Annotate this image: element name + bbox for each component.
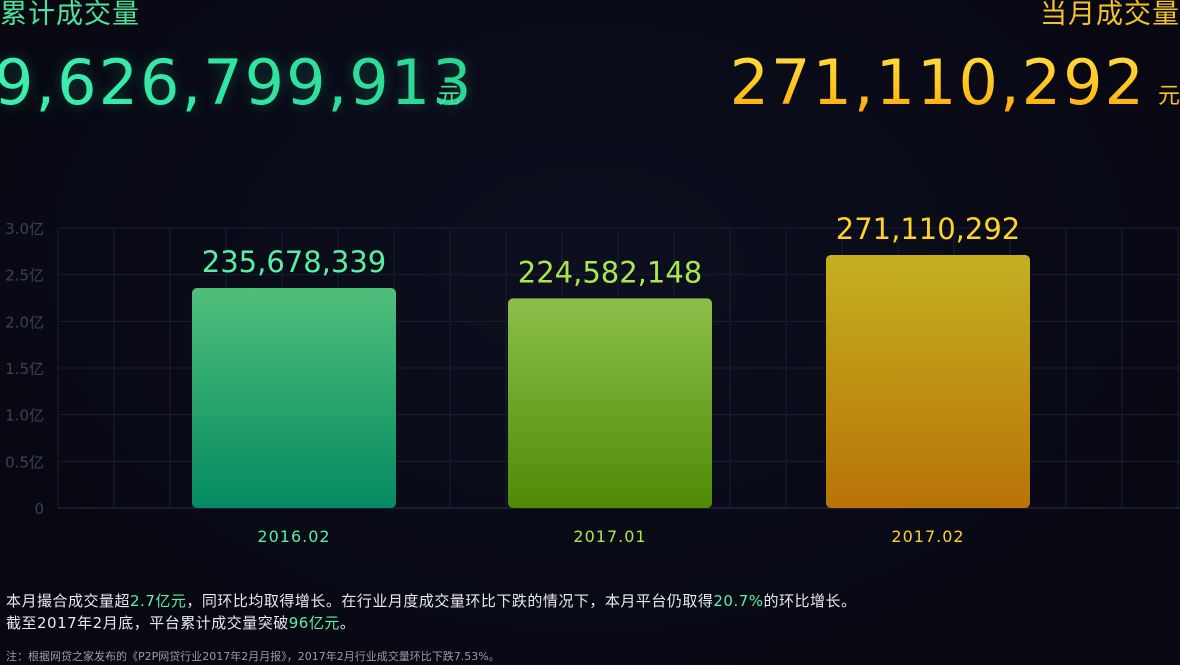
summary-line-2: 截至2017年2月底，平台累计成交量突破96亿元。 [6,612,857,634]
summary-line-1: 本月撮合成交量超2.7亿元，同环比均取得增长。在行业月度成交量环比下跌的情况下，… [6,590,857,612]
summary-text-part: 。 [339,614,356,632]
x-tick-label: 2017.02 [891,527,964,546]
bar-2017.02 [826,254,1030,508]
dashboard: 累计成交量 9,626,799,913 元 当月成交量 271,110,292 … [0,0,1180,665]
x-tick-label: 2017.01 [573,527,646,546]
monthly-volume-label: 当月成交量 [1040,0,1180,30]
y-tick-label: 0 [34,500,44,518]
summary-text-part: ，同环比均取得增长。在行业月度成交量环比下跌的情况下，本月平台仍取得 [186,592,714,610]
monthly-volume-unit: 元 [1157,84,1180,109]
bar-value-label: 224,582,148 [518,255,703,289]
summary-text: 本月撮合成交量超2.7亿元，同环比均取得增长。在行业月度成交量环比下跌的情况下，… [6,590,857,634]
y-tick-label: 2.0亿 [5,313,44,331]
total-volume-unit: 元 [438,84,461,109]
footnote: 注：根据网贷之家发布的《P2P网贷行业2017年2月月报》，2017年2月行业成… [6,650,500,663]
y-tick-label: 1.0亿 [5,407,44,425]
highlight-growth-rate: 20.7% [713,592,764,610]
bar-value-label: 271,110,292 [836,212,1021,246]
summary-text-part: 本月撮合成交量超 [6,592,131,610]
summary-text-part: 截至2017年2月底，平台累计成交量突破 [6,614,289,632]
y-tick-label: 3.0亿 [5,220,44,238]
x-tick-label: 2016.02 [257,527,330,546]
y-tick-label: 1.5亿 [5,360,44,378]
bar-2017.01 [508,298,712,508]
highlight-total-volume: 96亿元 [288,614,340,632]
highlight-monthly-volume: 2.7亿元 [130,592,187,610]
monthly-volume-value: 271,110,292 [730,44,1146,122]
bar-2016.02 [192,288,396,508]
y-tick-label: 2.5亿 [5,267,44,285]
total-volume-label: 累计成交量 [0,0,140,30]
volume-bar-chart: 0 0.5亿 1.0亿 1.5亿 2.0亿 2.5亿 3.0亿 235,678,339 2016… [5,212,1180,546]
summary-text-part: 的环比增长。 [763,592,857,610]
bar-value-label: 235,678,339 [202,245,387,279]
y-tick-label: 0.5亿 [5,453,44,471]
total-volume-value: 9,626,799,913 [0,44,474,122]
